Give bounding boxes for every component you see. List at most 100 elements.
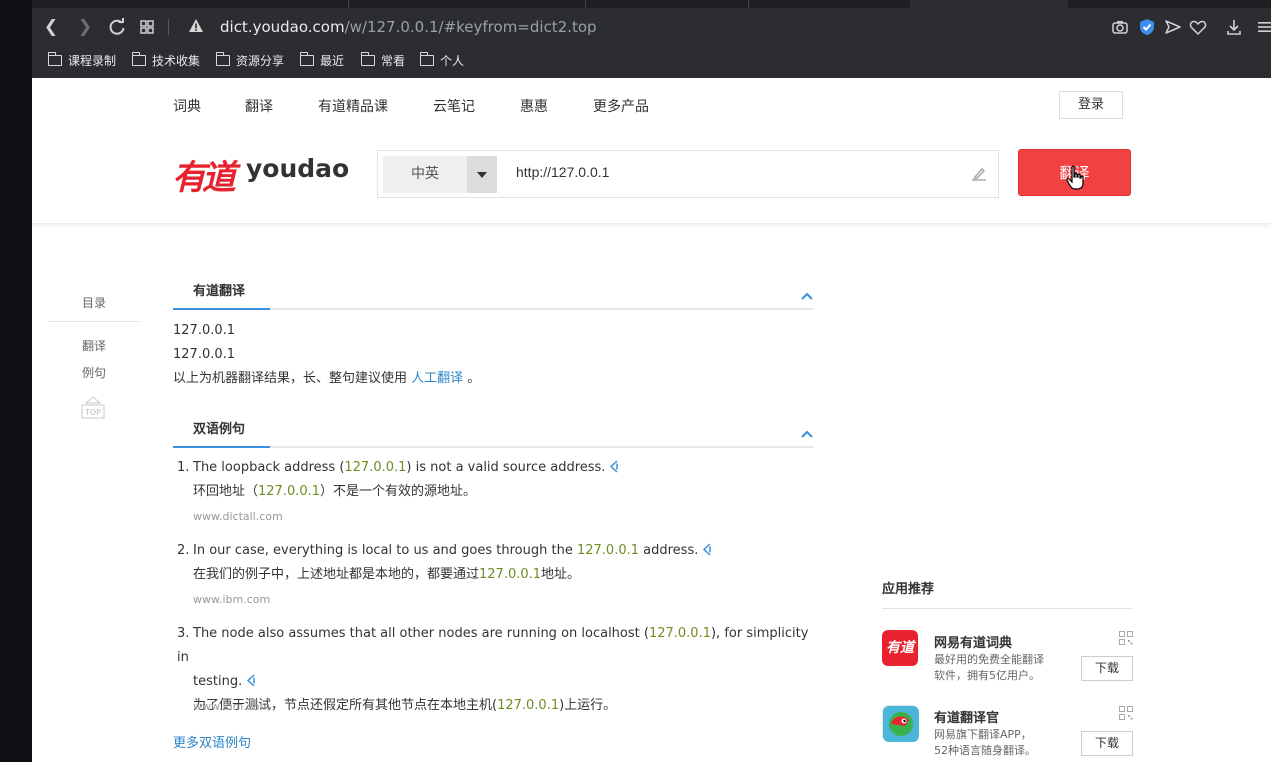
apps-grid-icon[interactable] bbox=[136, 16, 158, 38]
bookmark-label: 常看 bbox=[381, 54, 406, 68]
section-title-underline bbox=[173, 308, 270, 310]
human-translation-link[interactable]: 人工翻译 bbox=[411, 371, 463, 386]
address-bar[interactable]: dict.youdao.com/w/127.0.0.1/#keyfrom=dic… bbox=[220, 17, 597, 37]
example-cn: 为了便于测试，节点还假定所有其他节点在本地主机(127.0.0.1)上运行。 bbox=[177, 694, 817, 718]
login-button[interactable]: 登录 bbox=[1059, 91, 1123, 119]
example-en-highlight: 127.0.0.1 bbox=[648, 626, 711, 641]
more-examples-link[interactable]: 更多双语例句 bbox=[173, 732, 251, 751]
example-cn-before: 在我们的例子中，上述地址都是本地的，都要通过 bbox=[193, 567, 480, 582]
app-description: 网易旗下翻译APP， 52种语言随身翻译。 bbox=[934, 727, 1084, 759]
section-title-underline bbox=[173, 446, 270, 448]
toc-title: 目录 bbox=[81, 296, 106, 310]
app-item: 有道 网易有道词典 最好用的免费全能翻译 软件，拥有5亿用户。 下载 bbox=[882, 630, 1133, 690]
example-source[interactable]: www.ibm.com bbox=[193, 593, 270, 606]
example-item: 3. The node also assumes that all other n… bbox=[177, 622, 817, 718]
folder-icon bbox=[47, 52, 62, 66]
translation-section-header[interactable]: 有道翻译 bbox=[173, 282, 813, 310]
qr-code-icon[interactable] bbox=[1119, 630, 1133, 645]
back-to-top-icon[interactable]: TOP bbox=[80, 396, 106, 420]
nav-notes[interactable]: 云笔记 bbox=[433, 96, 475, 116]
note-suffix: 。 bbox=[463, 371, 481, 386]
example-en-before: The node also assumes that all other nod… bbox=[193, 626, 649, 641]
nav-more-products[interactable]: 更多产品 bbox=[593, 96, 649, 116]
nav-courses[interactable]: 有道精品课 bbox=[318, 96, 388, 116]
app-item: 有道翻译官 网易旗下翻译APP， 52种语言随身翻译。 下载 bbox=[882, 705, 1133, 762]
chevron-up-icon[interactable] bbox=[801, 286, 813, 300]
example-cn-after: ）不是一个有效的源地址。 bbox=[320, 484, 477, 499]
youdao-translator-app-icon[interactable] bbox=[882, 705, 919, 742]
shield-icon[interactable] bbox=[1137, 17, 1157, 37]
bookmark-folder[interactable]: 技术收集 bbox=[130, 52, 200, 70]
example-cn-highlight: 127.0.0.1 bbox=[258, 484, 321, 499]
translation-result-line: 127.0.0.1 bbox=[173, 323, 236, 338]
example-number: 1. bbox=[177, 460, 190, 475]
chevron-up-icon[interactable] bbox=[801, 424, 813, 438]
examples-section-header[interactable]: 双语例句 bbox=[173, 420, 813, 448]
download-button[interactable]: 下载 bbox=[1081, 656, 1133, 681]
app-name[interactable]: 有道翻译官 bbox=[934, 707, 999, 726]
example-en-line2: testing. bbox=[193, 674, 243, 689]
download-icon[interactable] bbox=[1224, 17, 1244, 37]
examples-section-title: 双语例句 bbox=[193, 422, 246, 437]
folder-icon bbox=[131, 52, 146, 66]
chevron-down-icon[interactable] bbox=[467, 156, 497, 193]
bookmark-label: 技术收集 bbox=[152, 54, 201, 68]
example-source[interactable]: www.ibm.com bbox=[193, 700, 270, 713]
bookmark-label: 个人 bbox=[440, 54, 465, 68]
translation-section-title: 有道翻译 bbox=[193, 284, 246, 299]
reload-icon[interactable] bbox=[106, 16, 128, 38]
language-select[interactable]: 中英 bbox=[383, 156, 497, 193]
nav-huihui[interactable]: 惠惠 bbox=[520, 96, 548, 116]
youdao-dict-app-icon[interactable]: 有道 bbox=[882, 630, 918, 666]
example-en-highlight: 127.0.0.1 bbox=[576, 543, 640, 558]
download-button[interactable]: 下载 bbox=[1081, 731, 1133, 756]
app-description: 最好用的免费全能翻译 软件，拥有5亿用户。 bbox=[934, 652, 1084, 684]
app-description-line: 最好用的免费全能翻译 bbox=[934, 653, 1044, 666]
nav-dict[interactable]: 词典 bbox=[173, 96, 201, 116]
nav-translate[interactable]: 翻译 bbox=[245, 96, 273, 116]
bookmark-folder[interactable]: 课程录制 bbox=[46, 52, 116, 70]
toc-link-examples[interactable]: 例句 bbox=[48, 364, 140, 381]
hand-cursor-icon bbox=[1066, 165, 1086, 191]
back-icon[interactable]: ❮ bbox=[40, 16, 62, 38]
example-cn: 环回地址（127.0.0.1）不是一个有效的源地址。 bbox=[177, 480, 817, 504]
tab-strip bbox=[32, 0, 1271, 8]
forward-icon[interactable]: ❯ bbox=[74, 16, 96, 38]
bookmark-folder[interactable]: 个人 bbox=[418, 52, 464, 70]
menu-icon[interactable] bbox=[1255, 17, 1271, 37]
qr-code-icon[interactable] bbox=[1119, 705, 1133, 720]
search-input[interactable] bbox=[516, 164, 936, 180]
example-source[interactable]: www.dictall.com bbox=[193, 510, 283, 523]
bookmark-folder[interactable]: 资源分享 bbox=[214, 52, 284, 70]
browser-toolbar: ❮ ❯ dict.youdao.com/w/127.0.0.1/#keyfrom… bbox=[32, 8, 1271, 46]
example-en-highlight: 127.0.0.1 bbox=[344, 460, 407, 475]
bookmark-folder[interactable]: 最近 bbox=[298, 52, 344, 70]
app-name[interactable]: 网易有道词典 bbox=[934, 632, 1012, 651]
bookmark-folder[interactable]: 常看 bbox=[359, 52, 405, 70]
app-description-line: 软件，拥有5亿用户。 bbox=[934, 669, 1040, 682]
speaker-icon[interactable] bbox=[702, 541, 712, 556]
folder-icon bbox=[299, 52, 314, 66]
toc-link-translate[interactable]: 翻译 bbox=[48, 337, 140, 354]
speaker-icon[interactable] bbox=[609, 458, 619, 473]
warning-icon[interactable] bbox=[188, 18, 204, 34]
logo-cn-text: 有道 bbox=[172, 158, 236, 198]
note-prefix: 以上为机器翻译结果，长、整句建议使用 bbox=[173, 371, 412, 386]
folder-icon bbox=[215, 52, 230, 66]
heart-icon[interactable] bbox=[1188, 17, 1208, 37]
bookmark-label: 课程录制 bbox=[68, 54, 117, 68]
web-page: 词典 翻译 有道精品课 云笔记 惠惠 更多产品 登录 有道 youdao 中英 … bbox=[32, 78, 1271, 762]
bookmark-label: 最近 bbox=[320, 54, 345, 68]
language-select-label: 中英 bbox=[411, 166, 439, 182]
handwrite-icon[interactable] bbox=[970, 165, 988, 183]
camera-icon[interactable] bbox=[1110, 17, 1130, 37]
example-en-before: In our case, everything is local to us a… bbox=[193, 543, 577, 558]
tab-separator bbox=[585, 0, 586, 8]
speaker-icon[interactable] bbox=[246, 672, 256, 687]
active-tab[interactable] bbox=[910, 0, 1068, 8]
example-en: The node also assumes that all other nod… bbox=[177, 626, 808, 665]
example-item: 2. In our case, everything is local to us… bbox=[177, 539, 817, 587]
youdao-logo[interactable]: 有道 youdao bbox=[172, 150, 349, 198]
send-icon[interactable] bbox=[1163, 17, 1183, 37]
apps-divider bbox=[882, 608, 1133, 609]
